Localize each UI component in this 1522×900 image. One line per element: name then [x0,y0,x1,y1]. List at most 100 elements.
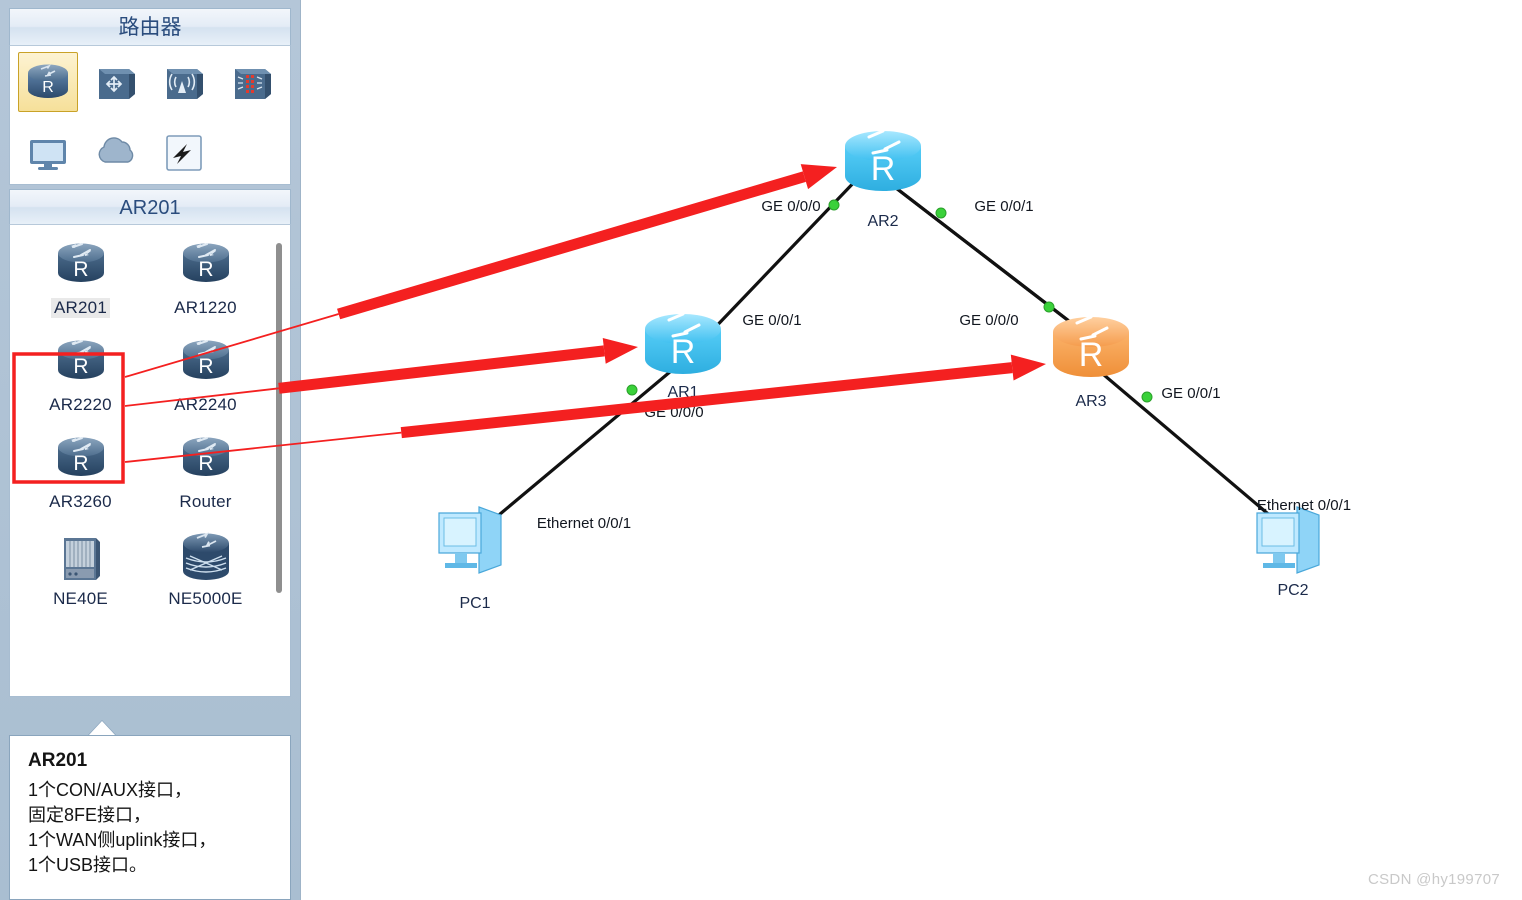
lightning-icon [166,135,202,171]
interface-label: GE 0/0/0 [761,198,820,215]
link-AR1-PC1 [473,359,685,537]
svg-text:R: R [73,452,88,475]
wireless-ap-icon [167,69,203,99]
svg-text:R: R [42,79,54,96]
info-line-4: 1个USB接口。 [28,855,148,875]
link-endpoint-dot [935,207,947,219]
router-device-icon: R [57,340,104,379]
node-label-ar3: AR3 [1075,393,1106,410]
info-line-2: 固定8FE接口， [28,805,152,825]
core-router-icon [182,532,229,580]
node-pc2[interactable] [1256,506,1320,574]
firewall-tool-button[interactable] [222,52,282,112]
device-item-ar1220[interactable]: R AR1220 [143,235,268,332]
switch-tool-button[interactable] [86,52,146,112]
router-device-icon: R [182,243,229,282]
device-item-label: AR2240 [174,395,237,414]
topology-diagram: R R R AR2 AR1 AR3 PC1 PC2 GE 0/0/0 GE 0/0/1 GE 0/… [438,129,1351,612]
chassis-router-icon-wrap [52,526,110,588]
node-pc1[interactable] [438,506,502,574]
router-device-icon-wrap: R [176,235,236,297]
router-tool-button[interactable]: R [18,52,78,112]
interface-label: GE 0/0/1 [1161,385,1220,402]
device-list-scrollbar[interactable] [276,243,282,593]
node-ar2[interactable]: R [845,129,921,191]
svg-text:R: R [671,333,696,371]
connection-tool-button[interactable] [154,121,214,181]
device-type-toolbar: R [9,46,291,185]
info-title: AR201 [28,750,88,771]
device-grid: R AR201 R AR1220 R AR2220 R AR2240 R AR3… [10,225,290,623]
link-endpoint-dot [626,384,638,396]
interface-label: Ethernet 0/0/1 [1257,497,1351,514]
device-type-row-1: R [14,52,286,112]
link-endpoint-dot [1043,301,1055,313]
interface-label: GE 0/0/0 [959,312,1018,329]
router-device-icon: R [57,437,104,476]
interface-label: Ethernet 0/0/1 [537,515,631,532]
topology-links [473,150,1295,537]
device-item-router[interactable]: R Router [143,429,268,526]
node-label-pc2: PC2 [1277,582,1308,599]
topology-labels: AR2 AR1 AR3 PC1 PC2 GE 0/0/0 GE 0/0/1 GE 0/0/1 G… [459,198,1351,612]
node-ar3[interactable]: R [1053,315,1129,377]
topology-nodes: R R R [438,129,1320,574]
wlan-tool-button[interactable] [154,52,214,112]
node-label-ar1: AR1 [667,384,698,401]
core-router-icon-wrap [176,526,236,588]
device-item-ne40e[interactable]: NE40E [18,526,143,623]
device-item-ne5000e[interactable]: NE5000E [143,526,268,623]
device-item-ar2240[interactable]: R AR2240 [143,332,268,429]
svg-text:R: R [73,258,88,281]
cloud-icon [98,137,134,163]
node-ar1[interactable]: R [645,312,721,374]
router-device-icon-wrap: R [51,332,111,394]
model-header: AR201 [9,189,291,225]
router-device-icon-wrap: R [176,429,236,491]
firewall-icon [235,69,271,99]
svg-text:R: R [198,452,213,475]
device-info-panel: AR201 1个CON/AUX接口， 固定8FE接口， 1个WAN侧uplink… [9,735,291,900]
device-item-label: AR201 [51,298,110,318]
endpoint-tool-button[interactable] [18,121,78,181]
node-label-ar2: AR2 [867,213,898,230]
device-item-label: Router [179,492,232,511]
svg-text:R: R [73,355,88,378]
device-list[interactable]: R AR201 R AR1220 R AR2220 R AR2240 R AR3… [9,225,291,697]
router-device-icon: R [182,437,229,476]
watermark: CSDN @hy199707 [1368,871,1500,888]
svg-text:R: R [198,355,213,378]
device-item-label: AR2220 [49,395,112,414]
cloud-tool-button[interactable] [86,121,146,181]
category-header: 路由器 [9,8,291,46]
router-device-icon: R [182,340,229,379]
info-line-1: 1个CON/AUX接口， [28,780,193,800]
device-item-ar2220[interactable]: R AR2220 [18,332,143,429]
device-item-label: NE40E [53,589,108,608]
device-item-ar3260[interactable]: R AR3260 [18,429,143,526]
device-item-ar201[interactable]: R AR201 [18,235,143,332]
info-line-3: 1个WAN侧uplink接口， [28,830,217,850]
link-endpoint-dot [1141,391,1153,403]
device-item-label: NE5000E [168,589,243,608]
router-device-icon-wrap: R [176,332,236,394]
router-device-icon-wrap: R [51,429,111,491]
svg-text:R: R [1079,336,1104,374]
svg-text:R: R [871,150,896,188]
switch-icon [99,69,135,99]
router-device-icon-wrap: R [51,235,111,297]
svg-text:R: R [198,258,213,281]
interface-label: GE 0/0/0 [644,404,703,421]
router-device-icon: R [57,243,104,282]
link-endpoint-dot [828,199,840,211]
topology-canvas[interactable]: R R R AR2 AR1 AR3 PC1 PC2 GE 0/0/0 GE 0/0/1 GE 0/… [300,0,1522,900]
device-item-label: AR1220 [174,298,237,317]
chassis-router-icon [63,538,100,580]
router-icon: R [28,64,68,98]
device-type-row-2 [14,121,286,181]
info-caret [88,721,116,736]
interface-label: GE 0/0/1 [974,198,1033,215]
interface-label: GE 0/0/1 [742,312,801,329]
device-item-label: AR3260 [49,492,112,511]
monitor-icon [30,140,66,170]
